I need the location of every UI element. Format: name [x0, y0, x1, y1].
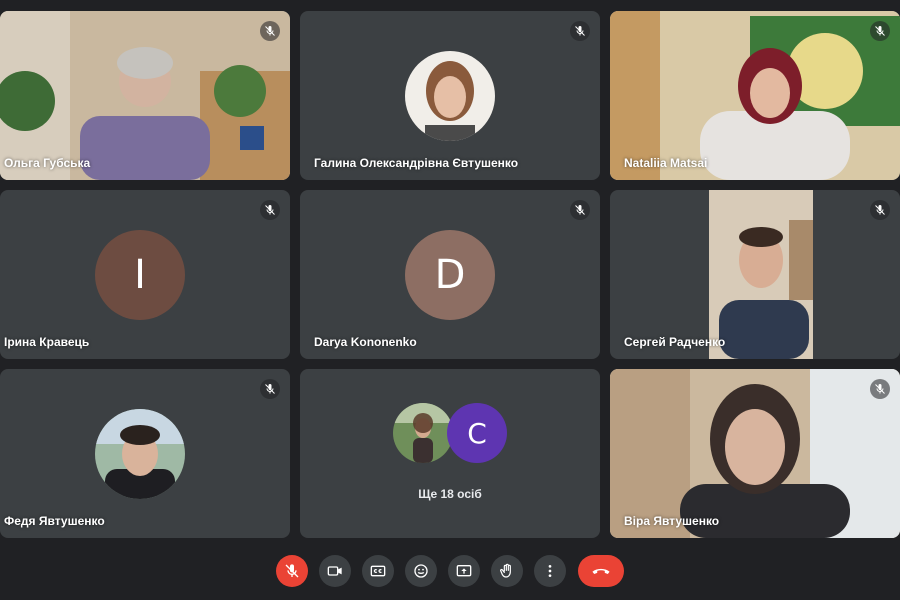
participant-tile-serhei[interactable]: Сергей Радченко: [610, 190, 900, 359]
participant-avatar-fedia: [95, 409, 185, 499]
present-screen-button[interactable]: [448, 555, 480, 587]
mic-off-icon: [265, 384, 275, 394]
present-icon: [456, 565, 472, 577]
participant-tile-fedia[interactable]: Федя Явтушенко: [0, 369, 290, 538]
participant-video-nataliia: [610, 11, 900, 180]
mic-off-icon: [575, 26, 585, 36]
more-options-button[interactable]: [534, 555, 566, 587]
mic-off-icon: [265, 26, 275, 36]
others-avatar-photo: [393, 403, 453, 463]
mic-off-indicator: [870, 200, 890, 220]
camera-icon: [327, 566, 342, 576]
participant-avatar-letter: D: [405, 230, 495, 320]
camera-toggle-button[interactable]: [319, 555, 351, 587]
others-tile[interactable]: C Ще 18 осіб: [300, 369, 600, 538]
participant-tile-halyna[interactable]: Галина Олександрівна Євтушенко: [300, 11, 600, 180]
participant-name: Віра Явтушенко: [624, 514, 720, 528]
participant-name: Ольга Губська: [4, 156, 91, 170]
hang-up-icon: [592, 568, 610, 574]
participant-name: Галина Олександрівна Євтушенко: [314, 156, 519, 170]
participant-video-vira: [610, 369, 900, 538]
participant-tile-darya[interactable]: D Darya Kononenko: [300, 190, 600, 359]
avatar-photo-halyna: [405, 51, 495, 141]
hand-icon: [500, 563, 511, 578]
participant-avatar-letter: I: [95, 230, 185, 320]
participant-avatar-halyna: [405, 51, 495, 141]
mic-off-indicator: [260, 200, 280, 220]
mic-off-indicator: [570, 200, 590, 220]
more-vert-icon: [548, 565, 552, 577]
participant-tile-vira[interactable]: Віра Явтушенко: [610, 369, 900, 538]
participant-tile-iryna[interactable]: I Ірина Кравець: [0, 190, 290, 359]
mic-off-icon: [265, 205, 275, 215]
captions-button[interactable]: [362, 555, 394, 587]
emoji-reactions-button[interactable]: [405, 555, 437, 587]
mic-off-icon: [285, 564, 299, 578]
mic-off-icon: [875, 384, 885, 394]
captions-icon: [370, 565, 386, 577]
participant-name: Федя Явтушенко: [4, 514, 105, 528]
mic-off-indicator: [870, 379, 890, 399]
others-avatar-letter: C: [447, 403, 507, 463]
participant-name: Ірина Кравець: [4, 335, 90, 349]
participant-video-serhei: [709, 190, 813, 359]
mic-off-indicator: [260, 21, 280, 41]
mic-off-icon: [875, 26, 885, 36]
avatar-photo-fedia: [95, 409, 185, 499]
participant-name: Nataliia Matsai: [624, 156, 708, 170]
participant-name: Darya Kononenko: [314, 335, 417, 349]
mic-off-indicator: [260, 379, 280, 399]
meeting-toolbar: [0, 548, 900, 600]
participant-name: Сергей Радченко: [624, 335, 726, 349]
mic-off-icon: [575, 205, 585, 215]
mic-off-indicator: [870, 21, 890, 41]
mic-toggle-button[interactable]: [276, 555, 308, 587]
participant-video-olga: [0, 11, 290, 180]
leave-call-button[interactable]: [578, 555, 624, 587]
others-count-label: Ще 18 осіб: [418, 487, 482, 501]
raise-hand-button[interactable]: [491, 555, 523, 587]
mic-off-icon: [875, 205, 885, 215]
mic-off-indicator: [570, 21, 590, 41]
participant-tile-olga[interactable]: Ольга Губська: [0, 11, 290, 180]
emoji-icon: [414, 564, 428, 578]
participant-tile-nataliia[interactable]: Nataliia Matsai: [610, 11, 900, 180]
others-photo-image: [393, 403, 453, 463]
